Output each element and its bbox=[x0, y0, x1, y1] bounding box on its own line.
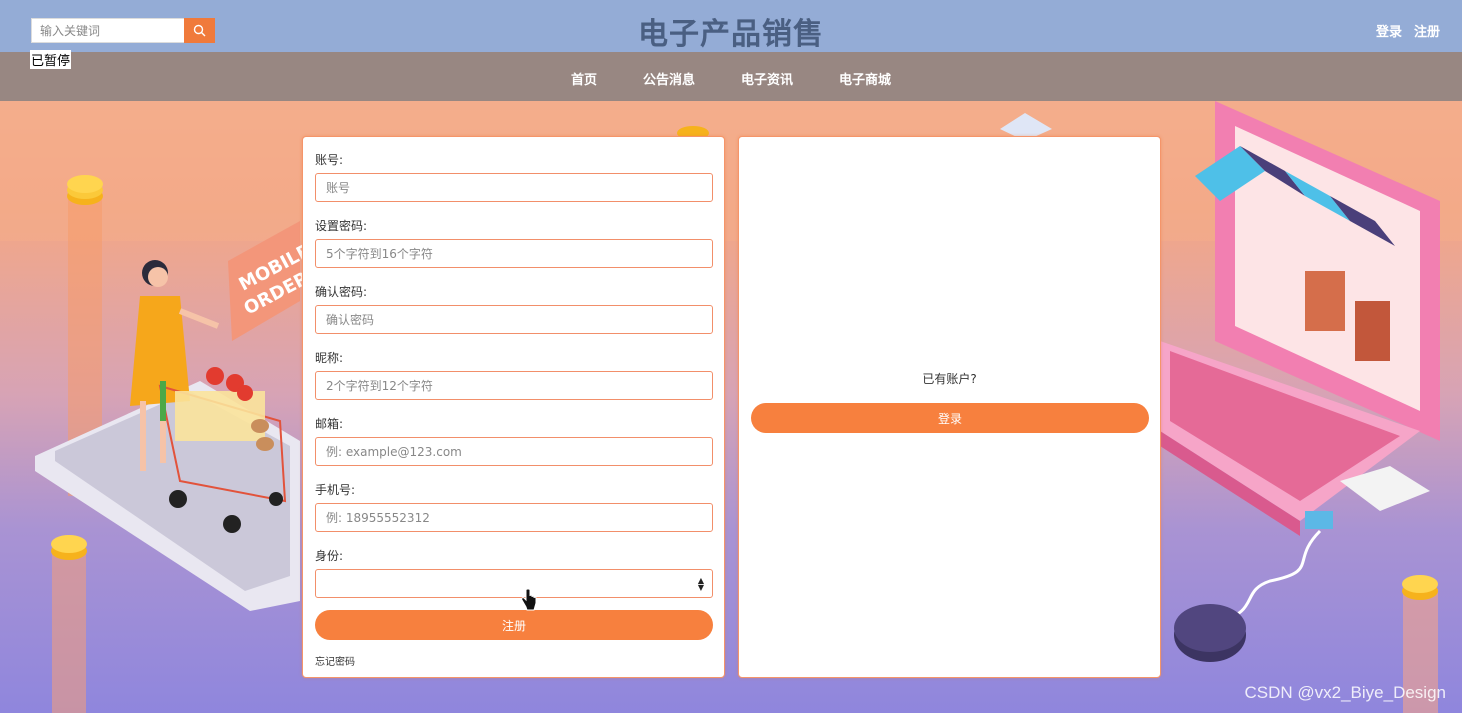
phone-input[interactable] bbox=[315, 503, 713, 532]
forgot-password-link[interactable]: 忘记密码 bbox=[315, 653, 355, 668]
password-input[interactable] bbox=[315, 239, 713, 268]
phone-label: 手机号: bbox=[315, 483, 356, 497]
login-panel: 已有账户? 登录 bbox=[738, 136, 1161, 678]
main-nav: 首页 公告消息 电子资讯 电子商城 bbox=[0, 52, 1462, 101]
search-button[interactable] bbox=[184, 18, 215, 43]
search-icon bbox=[193, 24, 206, 37]
email-label: 邮箱: bbox=[315, 417, 344, 431]
nav-item-mall[interactable]: 电子商城 bbox=[839, 69, 891, 101]
paused-label: 已暂停 bbox=[30, 50, 72, 69]
register-submit-button[interactable]: 注册 bbox=[315, 610, 713, 640]
confirm-password-input[interactable] bbox=[315, 305, 713, 334]
login-link[interactable]: 登录 bbox=[1376, 21, 1402, 40]
top-links: 登录 注册 bbox=[1376, 21, 1440, 40]
password-label: 设置密码: bbox=[315, 219, 368, 233]
nav-item-announcements[interactable]: 公告消息 bbox=[643, 69, 695, 101]
pillar-left-bottom bbox=[52, 549, 86, 713]
identity-label: 身份: bbox=[315, 549, 344, 563]
background-illustration: MOBILE ORDER bbox=[0, 101, 1462, 713]
watermark: CSDN @vx2_Biye_Design bbox=[1244, 683, 1446, 702]
confirm-password-label: 确认密码: bbox=[315, 285, 368, 299]
hero-background: MOBILE ORDER bbox=[0, 101, 1462, 713]
nav-item-home[interactable]: 首页 bbox=[571, 69, 597, 101]
account-input[interactable] bbox=[315, 173, 713, 202]
identity-select[interactable]: ▲ ▼ bbox=[315, 569, 713, 598]
hand-pointer-icon bbox=[521, 589, 537, 611]
site-title: 电子产品销售 bbox=[638, 17, 824, 52]
nav-item-news[interactable]: 电子资讯 bbox=[741, 69, 793, 101]
select-arrows-icon: ▲ ▼ bbox=[697, 576, 704, 592]
has-account-text: 已有账户? bbox=[922, 372, 977, 386]
email-input[interactable] bbox=[315, 437, 713, 466]
account-label: 账号: bbox=[315, 153, 344, 167]
login-button[interactable]: 登录 bbox=[751, 403, 1149, 433]
search-input[interactable] bbox=[31, 18, 184, 43]
nickname-label: 昵称: bbox=[315, 351, 344, 365]
register-form-panel: 账号: 设置密码: 确认密码: 昵称: 邮箱: 手机号: 身份: ▲▼ 注册 忘… bbox=[302, 136, 725, 678]
top-bar: 电子产品销售 登录 注册 bbox=[0, 0, 1462, 52]
register-link[interactable]: 注册 bbox=[1414, 21, 1440, 40]
search-bar bbox=[31, 18, 215, 43]
nickname-input[interactable] bbox=[315, 371, 713, 400]
